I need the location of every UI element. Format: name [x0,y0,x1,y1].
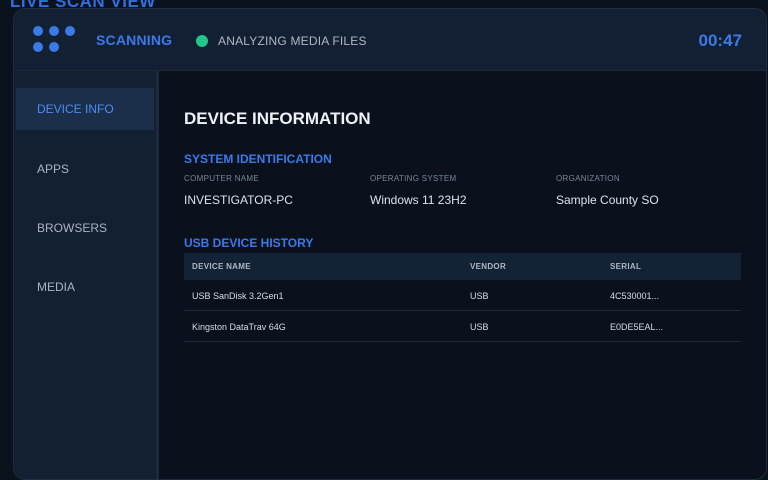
vendor-cell: USB [470,291,489,301]
serial-cell: E0DE5EAL... [610,322,664,332]
column-header-device-name: DEVICE NAME [192,262,251,271]
sidebar-item-apps[interactable]: APPS [16,148,154,190]
system-identification-heading: SYSTEM IDENTIFICATION [184,152,332,166]
usb-history-heading: USB DEVICE HISTORY [184,236,314,250]
header-bar: SCANNING ANALYZING MEDIA FILES 00:47 [14,9,766,71]
operating-system-label: OPERATING SYSTEM [370,174,457,183]
device-name-cell: Kingston DataTrav 64G [192,322,286,332]
main-content: DEVICE INFORMATION SYSTEM IDENTIFICATION… [159,71,766,479]
table-row[interactable]: USB SanDisk 3.2Gen1 USB 4C530001... [184,280,741,311]
usb-history-table: DEVICE NAME VENDOR SERIAL USB SanDisk 3.… [184,253,741,342]
status-dot-icon [196,35,208,47]
organization-value: Sample County SO [556,193,659,207]
page-title: DEVICE INFORMATION [184,109,371,128]
sidebar-item-browsers[interactable]: BROWSERS [16,207,154,249]
table-row[interactable]: Kingston DataTrav 64G USB E0DE5EAL... [184,311,741,342]
column-header-vendor: VENDOR [470,262,507,271]
operating-system-value: Windows 11 23H2 [370,193,467,207]
sidebar: DEVICE INFO APPS BROWSERS MEDIA [14,71,159,479]
scan-window: SCANNING ANALYZING MEDIA FILES 00:47 DEV… [13,8,767,480]
device-name-cell: USB SanDisk 3.2Gen1 [192,291,284,301]
status-detail: ANALYZING MEDIA FILES [218,34,367,48]
serial-cell: 4C530001... [610,291,660,301]
organization-label: ORGANIZATION [556,174,620,183]
computer-name-value: INVESTIGATOR-PC [184,193,293,207]
computer-name-label: COMPUTER NAME [184,174,260,183]
sidebar-item-media[interactable]: MEDIA [16,266,154,308]
table-header: DEVICE NAME VENDOR SERIAL [184,253,741,280]
vendor-cell: USB [470,322,489,332]
scanning-label: SCANNING [96,32,173,48]
dots-grid-icon[interactable] [33,26,77,54]
sidebar-item-device-info[interactable]: DEVICE INFO [16,88,154,130]
column-header-serial: SERIAL [610,262,642,271]
scan-timer: 00:47 [698,31,742,50]
